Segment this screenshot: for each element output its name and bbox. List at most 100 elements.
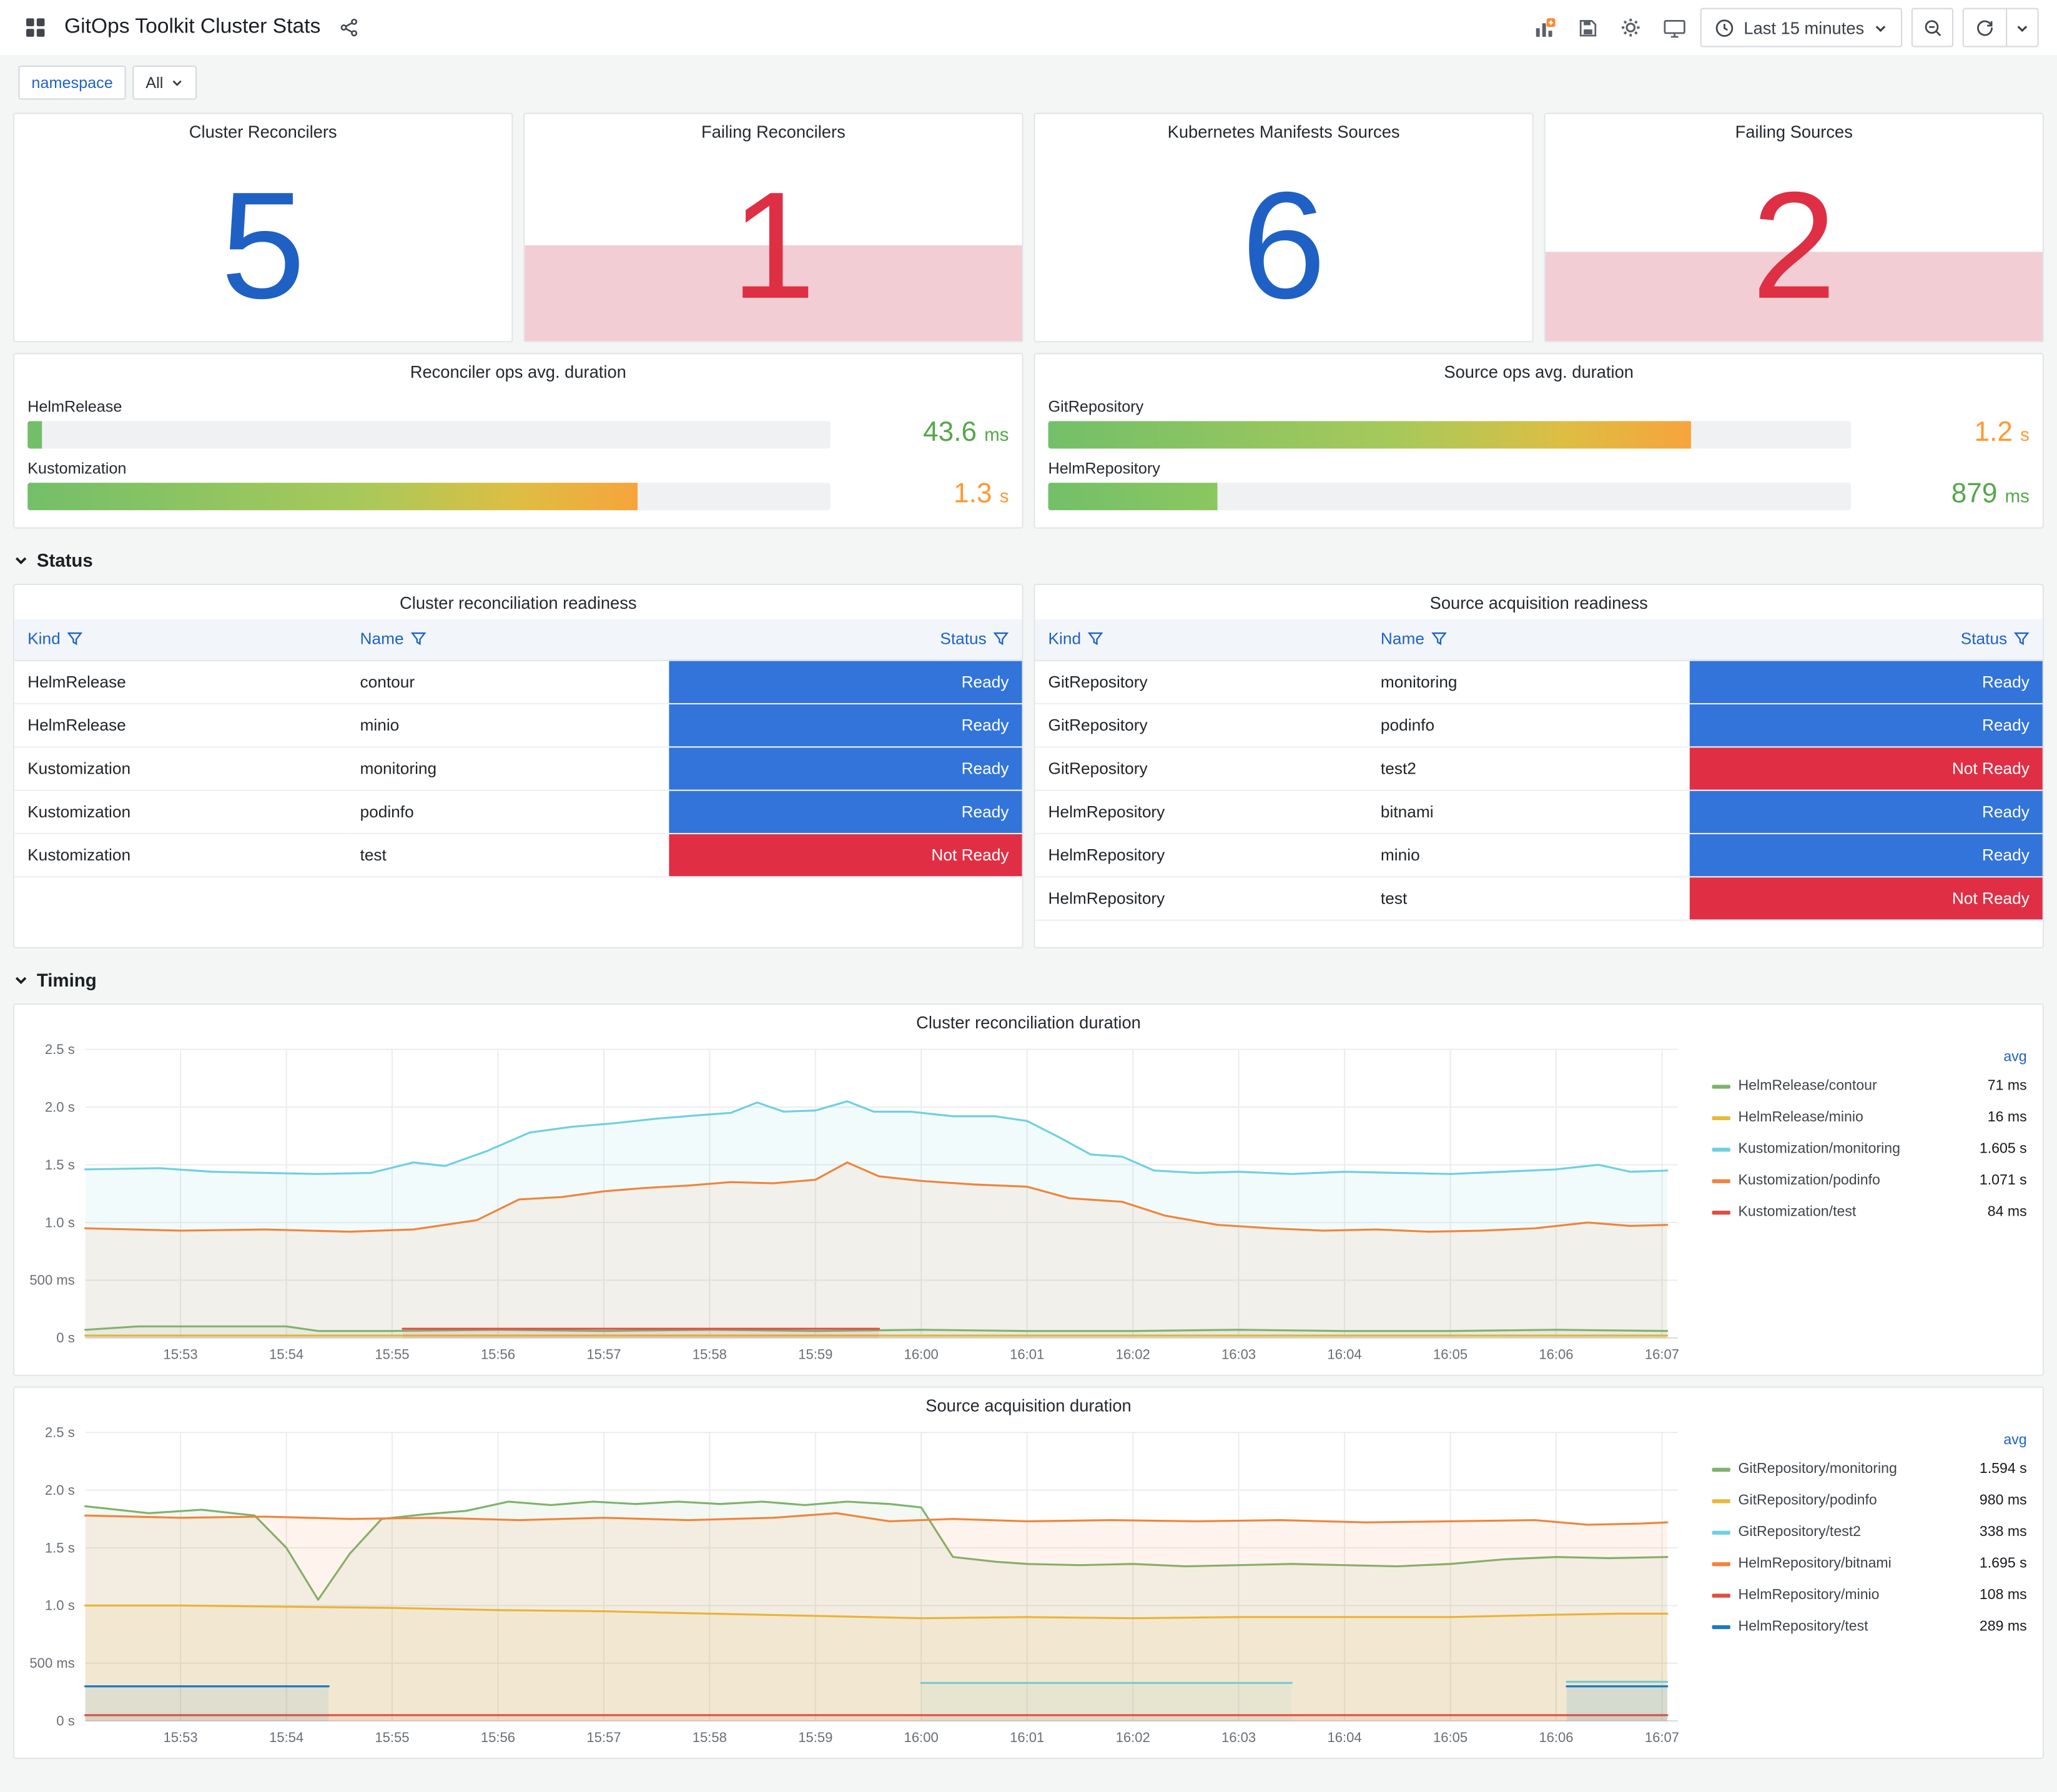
filter-icon — [410, 633, 426, 646]
refresh-icon — [1977, 20, 1993, 36]
time-series-plot[interactable]: 0 s 500 ms 1.0 s 1.5 s 2.0 s 2.5 s 15:53 15:54 1… — [17, 1039, 1691, 1367]
time-series-plot[interactable]: 0 s 500 ms 1.0 s 1.5 s 2.0 s 2.5 s 15:53 15:54 1… — [17, 1422, 1691, 1750]
panel-title[interactable]: Source acquisition readiness — [1035, 585, 2043, 619]
svg-text:15:58: 15:58 — [693, 1730, 727, 1745]
cell-kind: GitRepository — [1035, 659, 1368, 704]
bar-gauge-fill — [27, 482, 638, 510]
panel-title[interactable]: Reconciler ops avg. duration — [14, 354, 1022, 388]
legend-item[interactable]: HelmRelease/minio 16 ms — [1712, 1102, 2027, 1133]
stats-row: Cluster Reconcilers 5 Failing Reconciler… — [13, 112, 2044, 343]
chart-legend: avg GitRepository/monitoring 1.594 s GitRep… — [1704, 1422, 2035, 1752]
svg-text:15:53: 15:53 — [163, 1730, 197, 1745]
panel-reconciler-ops-avg-duration: Reconciler ops avg. duration HelmRelease… — [13, 353, 1024, 529]
cell-kind: GitRepository — [1035, 703, 1368, 747]
svg-text:15:54: 15:54 — [269, 1730, 303, 1745]
legend-series-avg: 84 ms — [1987, 1204, 2027, 1220]
legend-item[interactable]: HelmRepository/minio 108 ms — [1712, 1579, 2027, 1610]
legend-avg-header[interactable]: avg — [1712, 1427, 2026, 1454]
legend-avg-header[interactable]: avg — [1712, 1044, 2026, 1070]
column-header-name[interactable]: Name — [347, 619, 669, 661]
filter-icon — [1431, 633, 1447, 646]
bar-gauge-track — [1048, 421, 1852, 450]
dashboard-settings-icon[interactable] — [1614, 11, 1648, 45]
cell-status: Ready — [1690, 659, 2043, 704]
legend-series-name[interactable]: HelmRelease/contour — [1739, 1078, 1980, 1094]
column-header-kind[interactable]: Kind — [14, 619, 347, 661]
panel-title[interactable]: Cluster reconciliation duration — [14, 1005, 2043, 1039]
legend-item[interactable]: Kustomization/monitoring 1.605 s — [1712, 1133, 2027, 1164]
cell-kind: HelmRepository — [1035, 832, 1368, 877]
panel-title[interactable]: Source acquisition duration — [14, 1388, 2043, 1422]
cell-status: Not Ready — [1690, 746, 2043, 790]
legend-item[interactable]: HelmRepository/bitnami 1.695 s — [1712, 1548, 2027, 1579]
panel-title[interactable]: Failing Sources — [1546, 114, 2043, 149]
legend-series-avg: 108 ms — [1979, 1587, 2027, 1603]
column-header-name[interactable]: Name — [1367, 619, 1690, 661]
series-color-dash — [1712, 1530, 1730, 1534]
panel-title[interactable]: Cluster Reconcilers — [14, 114, 511, 149]
legend-item[interactable]: HelmRepository/test 289 ms — [1712, 1611, 2027, 1642]
column-header-status[interactable]: Status — [1690, 619, 2043, 661]
legend-item[interactable]: Kustomization/test 84 ms — [1712, 1196, 2027, 1228]
legend-series-name[interactable]: HelmRepository/test — [1739, 1618, 1972, 1634]
readiness-table: Kind Name Status GitRepository monitoring… — [1035, 619, 2043, 920]
legend-series-name[interactable]: Kustomization/monitoring — [1739, 1141, 1972, 1157]
legend-item[interactable]: GitRepository/monitoring 1.594 s — [1712, 1454, 2027, 1485]
refresh-button[interactable] — [1964, 9, 2006, 46]
legend-series-name[interactable]: Kustomization/test — [1739, 1204, 1980, 1220]
apps-icon[interactable] — [18, 11, 52, 45]
caret-down-icon — [1873, 21, 1888, 35]
filter-icon — [993, 633, 1009, 646]
legend-series-name[interactable]: GitRepository/monitoring — [1739, 1461, 1972, 1477]
panel-title[interactable]: Failing Reconcilers — [525, 114, 1022, 149]
zoom-out-button[interactable] — [1911, 7, 1954, 47]
refresh-interval-dropdown[interactable] — [2006, 9, 2037, 46]
table-row: HelmRepository test Not Ready — [1035, 876, 2043, 920]
column-header-kind[interactable]: Kind — [1035, 619, 1368, 661]
legend-item[interactable]: GitRepository/podinfo 980 ms — [1712, 1485, 2027, 1516]
add-panel-icon[interactable] — [1527, 11, 1562, 45]
cycle-view-icon[interactable] — [1657, 11, 1692, 45]
bar-gauge-label: HelmRelease — [27, 398, 122, 416]
variable-label-namespace: namespace — [18, 66, 126, 100]
bar-gauge-track — [27, 482, 831, 510]
section-label: Status — [36, 549, 93, 571]
legend-series-name[interactable]: HelmRelease/minio — [1739, 1110, 1980, 1125]
variable-value-dropdown[interactable]: All — [132, 66, 197, 100]
section-row-timing[interactable]: Timing — [13, 959, 2044, 1001]
time-series-chart[interactable]: 0 s 500 ms 1.0 s 1.5 s 2.0 s 2.5 s 15:53 15:54 1… — [17, 1422, 1704, 1752]
legend-series-name[interactable]: Kustomization/podinfo — [1739, 1173, 1972, 1188]
svg-text:16:06: 16:06 — [1539, 1730, 1573, 1745]
share-icon[interactable] — [332, 11, 367, 45]
cell-name: bitnami — [1367, 789, 1690, 834]
panel-title[interactable]: Cluster reconciliation readiness — [14, 585, 1022, 619]
table-row: Kustomization monitoring Ready — [14, 746, 1022, 790]
table-row: Kustomization podinfo Ready — [14, 789, 1022, 834]
legend-item[interactable]: Kustomization/podinfo 1.071 s — [1712, 1164, 2027, 1196]
svg-text:16:07: 16:07 — [1645, 1346, 1679, 1362]
series-color-dash — [1712, 1115, 1730, 1120]
panel-title[interactable]: Source ops avg. duration — [1035, 354, 2043, 388]
time-series-chart[interactable]: 0 s 500 ms 1.0 s 1.5 s 2.0 s 2.5 s 15:53 15:54 1… — [17, 1039, 1704, 1369]
bar-gauge-fill — [1048, 421, 1691, 450]
legend-series-avg: 71 ms — [1987, 1078, 2027, 1095]
legend-series-name[interactable]: HelmRepository/bitnami — [1739, 1556, 1972, 1572]
svg-text:500 ms: 500 ms — [29, 1273, 74, 1288]
filter-icon — [67, 633, 83, 646]
time-range-picker[interactable]: Last 15 minutes — [1700, 7, 1903, 47]
cell-name: monitoring — [1367, 659, 1690, 704]
series-color-dash — [1712, 1561, 1730, 1566]
caret-down-icon — [2017, 25, 2028, 32]
legend-series-name[interactable]: GitRepository/test2 — [1739, 1524, 1972, 1540]
section-row-status[interactable]: Status — [13, 539, 2044, 581]
svg-text:15:57: 15:57 — [586, 1730, 621, 1745]
save-dashboard-icon[interactable] — [1571, 11, 1605, 45]
panel-title[interactable]: Kubernetes Manifests Sources — [1035, 114, 1532, 149]
filter-icon — [2014, 633, 2030, 646]
column-header-status[interactable]: Status — [669, 619, 1022, 661]
legend-item[interactable]: HelmRelease/contour 71 ms — [1712, 1070, 2027, 1101]
legend-item[interactable]: GitRepository/test2 338 ms — [1712, 1516, 2027, 1547]
legend-series-name[interactable]: HelmRepository/minio — [1739, 1587, 1972, 1603]
svg-text:500 ms: 500 ms — [29, 1655, 74, 1671]
legend-series-name[interactable]: GitRepository/podinfo — [1739, 1493, 1972, 1509]
